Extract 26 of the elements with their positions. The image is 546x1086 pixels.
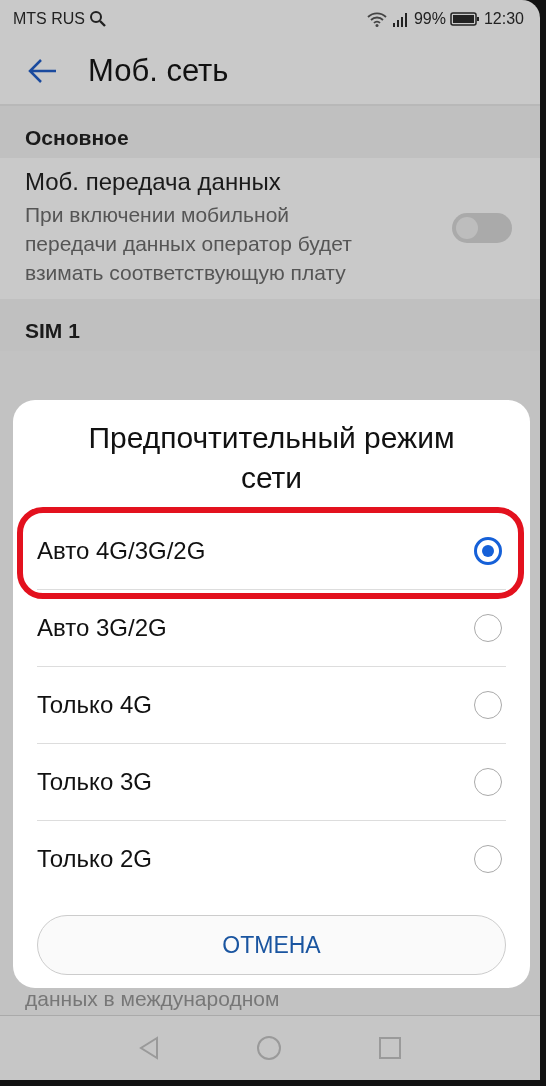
screen-title: Моб. сеть xyxy=(88,53,229,89)
search-icon xyxy=(89,10,107,28)
battery-icon xyxy=(449,11,480,27)
option-label[interactable]: Авто 3G/2G xyxy=(37,614,167,642)
setting-title: Моб. передача данных xyxy=(25,168,282,196)
back-icon[interactable] xyxy=(138,1036,160,1060)
cancel-button[interactable]: ОТМЕНА xyxy=(37,915,506,975)
toggle-switch[interactable] xyxy=(452,212,512,243)
option-label[interactable]: Только 2G xyxy=(37,845,152,873)
battery-percent: 99% xyxy=(413,10,446,28)
carrier-name: MTS RUS xyxy=(13,10,85,28)
setting-description: данных в международном xyxy=(25,987,280,1010)
section-header: Основное xyxy=(25,126,129,149)
back-arrow-icon[interactable] xyxy=(28,58,58,84)
wifi-icon xyxy=(365,11,388,27)
option-label[interactable]: Авто 4G/3G/2G xyxy=(37,537,206,565)
section-header: SIM 1 xyxy=(25,319,80,342)
home-icon[interactable] xyxy=(256,1035,282,1061)
setting-description: При включении мобильной передачи данных оператор будет взимать соответствующую плату xyxy=(25,202,353,286)
dialog-title: Предпочтительный режим сети xyxy=(87,420,456,496)
clock: 12:30 xyxy=(483,10,524,28)
radio-button[interactable] xyxy=(474,537,502,565)
recents-icon[interactable] xyxy=(378,1036,402,1060)
option-label[interactable]: Только 3G xyxy=(37,768,152,796)
option-label[interactable]: Только 4G xyxy=(37,691,152,719)
signal-icon xyxy=(391,11,410,27)
